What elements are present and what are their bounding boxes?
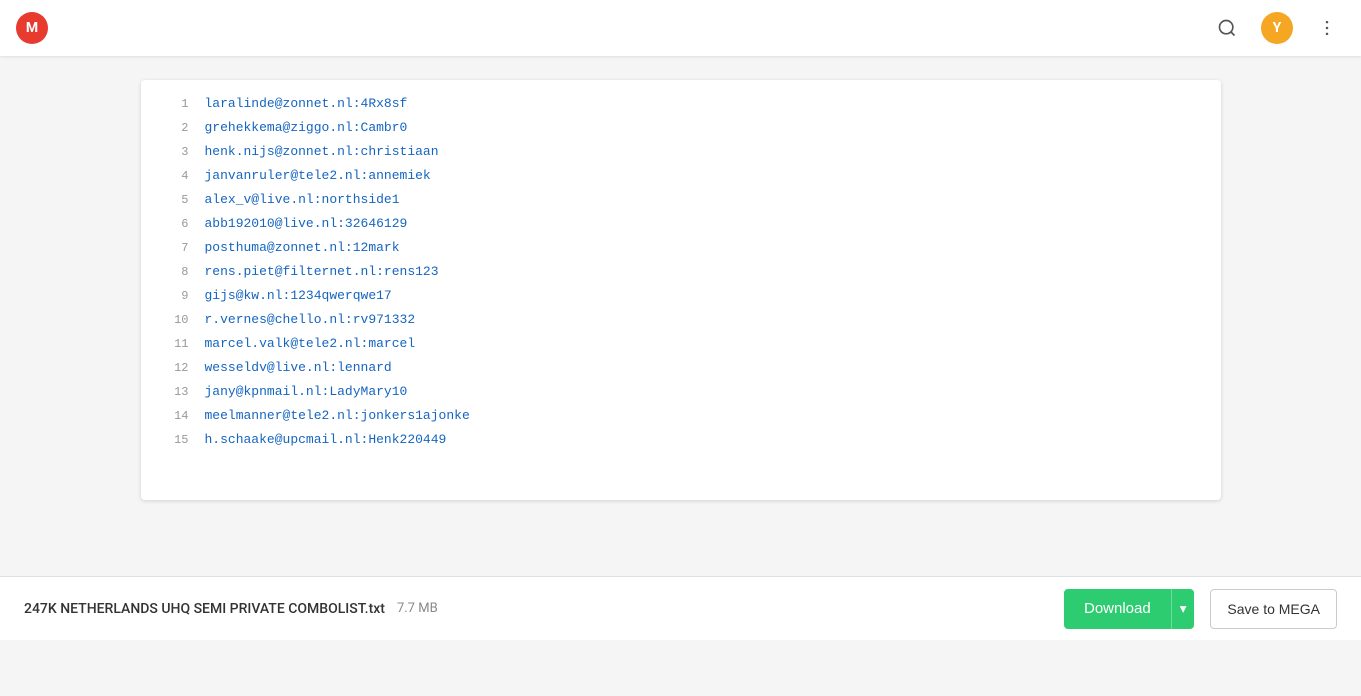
line-number: 14 [157,404,189,428]
file-content-area: 1 laralinde@zonnet.nl:4Rx8sf 2 grehekkema@z… [141,80,1221,500]
line-content: rens.piet@filternet.nl:rens123 [205,260,439,284]
file-viewer-card: 1 laralinde@zonnet.nl:4Rx8sf 2 grehekkema@z… [141,80,1221,500]
line-number: 15 [157,428,189,452]
line-number: 5 [157,188,189,212]
download-dropdown-button[interactable]: ▾ [1171,589,1195,629]
file-line: 10 r.vernes@chello.nl:rv971332 [141,308,1221,332]
file-lines-container[interactable]: 1 laralinde@zonnet.nl:4Rx8sf 2 grehekkema@z… [141,80,1221,500]
line-number: 4 [157,164,189,188]
line-content: meelmanner@tele2.nl:jonkers1ajonke [205,404,470,428]
file-line: 2 grehekkema@ziggo.nl:Cambr0 [141,116,1221,140]
chevron-down-icon: ▾ [1180,601,1187,617]
file-name: 247K NETHERLANDS UHQ SEMI PRIVATE COMBOL… [24,601,385,617]
line-content: alex_v@live.nl:northside1 [205,188,400,212]
file-line: 1 laralinde@zonnet.nl:4Rx8sf [141,92,1221,116]
line-content: abb192010@live.nl:32646129 [205,212,408,236]
file-line: 8 rens.piet@filternet.nl:rens123 [141,260,1221,284]
line-number: 13 [157,380,189,404]
line-number: 9 [157,284,189,308]
line-number: 8 [157,260,189,284]
main-content: 1 laralinde@zonnet.nl:4Rx8sf 2 grehekkema@z… [0,56,1361,640]
search-icon[interactable] [1209,10,1245,46]
line-content: jany@kpnmail.nl:LadyMary10 [205,380,408,404]
file-line: 13 jany@kpnmail.nl:LadyMary10 [141,380,1221,404]
file-line: 14 meelmanner@tele2.nl:jonkers1ajonke [141,404,1221,428]
line-content: h.schaake@upcmail.nl:Henk220449 [205,428,447,452]
line-number: 12 [157,356,189,380]
topbar-left: M [16,12,48,44]
download-button[interactable]: Download [1064,589,1171,629]
file-line: 11 marcel.valk@tele2.nl:marcel [141,332,1221,356]
line-content: posthuma@zonnet.nl:12mark [205,236,400,260]
line-content: marcel.valk@tele2.nl:marcel [205,332,416,356]
file-line: 4 janvanruler@tele2.nl:annemiek [141,164,1221,188]
file-line: 3 henk.nijs@zonnet.nl:christiaan [141,140,1221,164]
line-number: 10 [157,308,189,332]
save-to-mega-button[interactable]: Save to MEGA [1210,589,1337,629]
line-content: grehekkema@ziggo.nl:Cambr0 [205,116,408,140]
download-button-group: Download ▾ [1064,589,1194,629]
more-options-icon[interactable] [1309,10,1345,46]
line-content: janvanruler@tele2.nl:annemiek [205,164,431,188]
topbar-right: Y [1209,10,1345,46]
line-number: 6 [157,212,189,236]
file-line: 7 posthuma@zonnet.nl:12mark [141,236,1221,260]
line-content: henk.nijs@zonnet.nl:christiaan [205,140,439,164]
topbar: M Y [0,0,1361,56]
file-line: 12 wesseldv@live.nl:lennard [141,356,1221,380]
bottom-bar: 247K NETHERLANDS UHQ SEMI PRIVATE COMBOL… [0,576,1361,640]
line-number: 1 [157,92,189,116]
line-number: 7 [157,236,189,260]
line-content: laralinde@zonnet.nl:4Rx8sf [205,92,408,116]
file-line: 6 abb192010@live.nl:32646129 [141,212,1221,236]
file-line: 5 alex_v@live.nl:northside1 [141,188,1221,212]
user-avatar[interactable]: Y [1261,12,1293,44]
file-line: 15 h.schaake@upcmail.nl:Henk220449 [141,428,1221,452]
line-content: gijs@kw.nl:1234qwerqwe17 [205,284,392,308]
line-number: 2 [157,116,189,140]
line-content: r.vernes@chello.nl:rv971332 [205,308,416,332]
file-info: 247K NETHERLANDS UHQ SEMI PRIVATE COMBOL… [24,601,1048,617]
line-content: wesseldv@live.nl:lennard [205,356,392,380]
line-number: 11 [157,332,189,356]
line-number: 3 [157,140,189,164]
mega-logo[interactable]: M [16,12,48,44]
file-line: 9 gijs@kw.nl:1234qwerqwe17 [141,284,1221,308]
file-size: 7.7 MB [397,601,438,616]
